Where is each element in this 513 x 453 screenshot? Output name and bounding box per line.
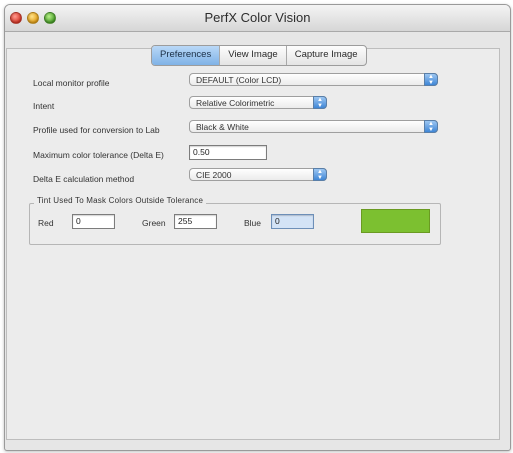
lab-profile-popup[interactable]: Black & White ▲ ▼: [189, 120, 438, 133]
up-down-chevron-icon: ▲ ▼: [313, 168, 327, 181]
tolerance-input[interactable]: 0.50: [189, 145, 267, 160]
intent-value: Relative Colorimetric: [196, 98, 275, 108]
tint-color-swatch[interactable]: [361, 209, 430, 233]
delta-method-label: Delta E calculation method: [33, 174, 135, 184]
blue-input[interactable]: 0: [271, 214, 314, 229]
intent-popup[interactable]: Relative Colorimetric ▲ ▼: [189, 96, 327, 109]
tab-view-image[interactable]: View Image: [220, 46, 287, 65]
up-down-chevron-icon: ▲ ▼: [424, 120, 438, 133]
green-label: Green: [142, 218, 166, 228]
green-input[interactable]: 255: [174, 214, 217, 229]
tab-capture-image[interactable]: Capture Image: [287, 46, 366, 65]
tab-preferences[interactable]: Preferences: [152, 46, 221, 65]
tolerance-label: Maximum color tolerance (Delta E): [33, 150, 164, 160]
title-bar: PerfX Color Vision: [5, 5, 510, 32]
monitor-profile-value: DEFAULT (Color LCD): [196, 75, 282, 85]
tab-bar: Preferences View Image Capture Image: [151, 45, 367, 66]
red-label: Red: [38, 218, 54, 228]
tint-group-title: Tint Used To Mask Colors Outside Toleran…: [34, 196, 207, 205]
lab-profile-label: Profile used for conversion to Lab: [33, 125, 160, 135]
monitor-profile-popup[interactable]: DEFAULT (Color LCD) ▲ ▼: [189, 73, 438, 86]
intent-label: Intent: [33, 101, 55, 111]
delta-method-value: CIE 2000: [196, 170, 232, 180]
up-down-chevron-icon: ▲ ▼: [313, 96, 327, 109]
lab-profile-value: Black & White: [196, 122, 249, 132]
delta-method-popup[interactable]: CIE 2000 ▲ ▼: [189, 168, 327, 181]
red-input[interactable]: 0: [72, 214, 115, 229]
up-down-chevron-icon: ▲ ▼: [424, 73, 438, 86]
window-title: PerfX Color Vision: [204, 10, 311, 25]
blue-label: Blue: [244, 218, 262, 228]
monitor-profile-label: Local monitor profile: [33, 78, 110, 88]
